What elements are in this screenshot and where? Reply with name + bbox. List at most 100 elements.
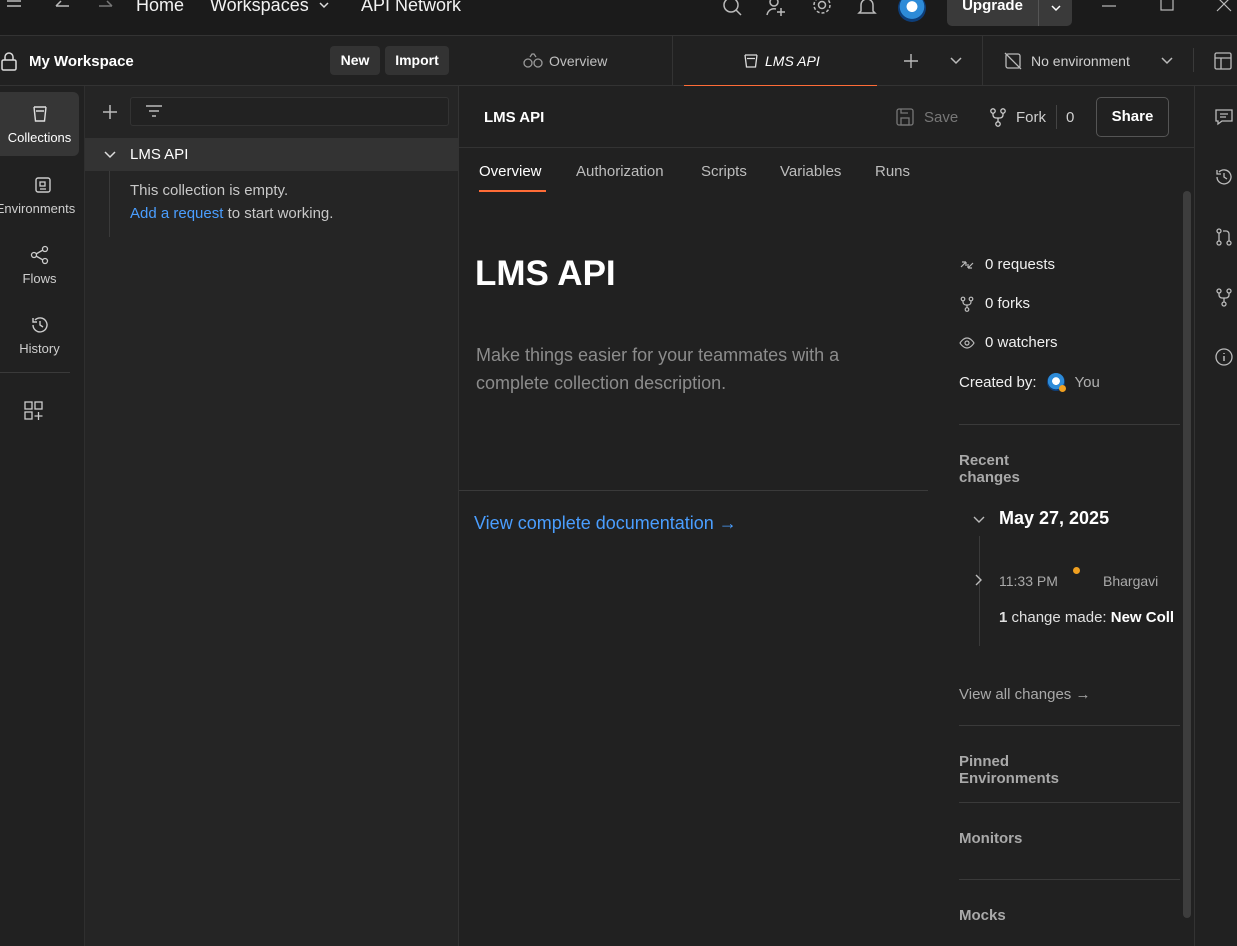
save-button[interactable]: Save [895, 107, 958, 127]
filter-search-input[interactable] [130, 97, 449, 126]
created-by-label: Created by: [959, 373, 1037, 391]
timeline-line [979, 536, 980, 646]
left-rail: Collections Environments Flows History [0, 36, 85, 946]
environment-quicklook-icon[interactable] [1213, 51, 1233, 71]
notification-bell-icon[interactable] [856, 0, 878, 18]
chevron-down-icon [1161, 57, 1173, 65]
rail-item-history[interactable]: History [0, 303, 79, 367]
rail-item-environments[interactable]: Environments [0, 163, 85, 227]
stat-forks: 0 forks [959, 295, 1030, 312]
forks-icon[interactable] [1214, 287, 1234, 307]
view-documentation-link[interactable]: View complete documentation → [474, 513, 737, 534]
divider [1193, 48, 1194, 72]
tree-guide-line [109, 171, 110, 237]
rail-divider [0, 372, 70, 373]
history-icon [31, 316, 48, 333]
collection-description[interactable]: Make things easier for your teammates wi… [476, 341, 896, 397]
tab-overview[interactable]: Overview [459, 36, 673, 86]
collection-item[interactable]: LMS API [85, 138, 458, 171]
rail-item-flows[interactable]: Flows [0, 233, 79, 297]
collections-sidebar: LMS API This collection is empty. Add a … [85, 86, 459, 946]
nav-api-network[interactable]: API Network [361, 0, 461, 16]
close-icon[interactable] [1214, 0, 1236, 18]
rail-label-collections: Collections [7, 129, 72, 145]
created-by-value[interactable]: You [1075, 374, 1100, 391]
user-avatar[interactable] [898, 0, 926, 22]
tab-overview-label: Overview [549, 53, 608, 69]
divider [1056, 105, 1057, 129]
subtab-runs[interactable]: Runs [875, 163, 910, 180]
workspace-name[interactable]: My Workspace [29, 53, 134, 70]
import-button[interactable]: Import [385, 46, 449, 75]
tab-lms-api[interactable]: LMS API [684, 36, 877, 87]
chevron-down-icon[interactable] [1039, 0, 1072, 26]
change-text: change made: [1007, 609, 1111, 626]
subtab-overview[interactable]: Overview [479, 163, 542, 180]
view-all-changes-link[interactable]: View all changes → [959, 686, 1090, 703]
changelog-history-icon[interactable] [1214, 167, 1234, 187]
fork-icon [960, 296, 974, 312]
chevron-down-icon [319, 2, 329, 9]
rail-label-flows: Flows [22, 270, 57, 286]
fork-count: 0 [1066, 109, 1075, 126]
search-icon[interactable] [721, 0, 743, 18]
share-button[interactable]: Share [1096, 97, 1169, 137]
stat-created-by: Created by: You [959, 373, 1100, 392]
comments-icon[interactable] [1214, 107, 1234, 127]
chevron-right-icon[interactable] [974, 574, 984, 586]
environments-icon [34, 176, 51, 193]
change-date: May 27, 2025 [999, 508, 1110, 528]
add-apps-icon[interactable] [23, 400, 45, 422]
info-icon[interactable] [1214, 347, 1234, 367]
divider [959, 725, 1180, 726]
maximize-icon[interactable] [1157, 0, 1179, 18]
chevron-down-icon[interactable] [103, 149, 117, 161]
forks-count: 0 forks [985, 295, 1031, 312]
no-environment-icon [1004, 52, 1022, 70]
upgrade-button[interactable]: Upgrade [947, 0, 1072, 26]
environment-selector[interactable]: No environment [982, 36, 1193, 86]
save-label: Save [924, 108, 959, 126]
invite-user-icon[interactable] [765, 0, 787, 18]
right-context-bar [1194, 86, 1237, 946]
minimize-icon[interactable] [1099, 0, 1121, 18]
divider [959, 879, 1180, 880]
lock-icon [0, 52, 18, 72]
change-name: New Coll [1110, 609, 1175, 626]
overview-icon [523, 53, 543, 68]
pull-requests-icon[interactable] [1214, 227, 1234, 247]
pinned-environments-title[interactable]: Pinned Environments [959, 753, 1059, 787]
scrollbar[interactable] [1183, 191, 1191, 918]
change-user: Bhargavi [1103, 573, 1159, 589]
forward-arrow-icon[interactable] [96, 0, 118, 18]
menu-icon[interactable] [4, 0, 26, 18]
chevron-down-icon[interactable] [973, 515, 985, 525]
settings-gear-icon[interactable] [811, 0, 833, 18]
subtab-active-indicator [479, 190, 546, 192]
filter-icon [146, 105, 162, 117]
new-button[interactable]: New [330, 46, 380, 75]
rail-item-collections[interactable]: Collections [0, 92, 79, 156]
tab-overflow-chevron-icon[interactable] [949, 55, 963, 67]
nav-home[interactable]: Home [136, 0, 184, 16]
fork-button[interactable]: Fork [988, 107, 1046, 127]
divider [959, 424, 1180, 425]
add-request-suffix: to start working. [223, 205, 334, 222]
collection-name: LMS API [130, 146, 189, 163]
monitors-title[interactable]: Monitors [959, 830, 1022, 847]
subtab-variables[interactable]: Variables [780, 163, 841, 180]
recent-changes-title: Recent changes [959, 452, 1020, 486]
stat-watchers: 0 watchers [959, 334, 1058, 351]
nav-workspaces[interactable]: Workspaces [210, 0, 330, 16]
mocks-title[interactable]: Mocks [959, 907, 1006, 924]
add-collection-icon[interactable] [101, 103, 119, 121]
subtab-authorization[interactable]: Authorization [576, 163, 664, 180]
save-icon [896, 108, 914, 126]
divider [959, 802, 1180, 803]
eye-icon [959, 336, 975, 349]
new-tab-icon[interactable] [902, 52, 920, 70]
add-request-link[interactable]: Add a request [130, 205, 223, 222]
overview-title: LMS API [475, 254, 616, 293]
back-arrow-icon[interactable] [52, 0, 74, 18]
subtab-scripts[interactable]: Scripts [701, 163, 747, 180]
